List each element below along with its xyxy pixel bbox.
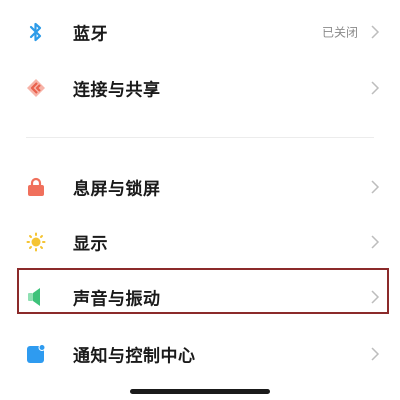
- settings-item-bluetooth[interactable]: 蓝牙 已关闭: [0, 12, 400, 52]
- chevron-right-icon: [371, 180, 380, 194]
- chevron-right-icon: [371, 81, 380, 95]
- bluetooth-status: 已关闭: [321, 25, 358, 40]
- settings-item-sound-vibration[interactable]: 声音与振动: [0, 277, 400, 317]
- chevron-right-icon: [371, 290, 380, 304]
- settings-item-notification-control[interactable]: 通知与控制中心: [0, 334, 400, 374]
- bluetooth-icon: [26, 22, 46, 42]
- chevron-right-icon: [371, 347, 380, 361]
- lock-icon: [26, 177, 46, 197]
- settings-item-label: 显示: [73, 234, 108, 255]
- section-divider: [26, 137, 374, 138]
- settings-item-label: 声音与振动: [73, 289, 161, 310]
- settings-item-label: 连接与共享: [73, 80, 161, 101]
- settings-item-label: 通知与控制中心: [73, 346, 196, 367]
- settings-item-label: 蓝牙: [73, 24, 108, 45]
- settings-screen: 蓝牙 已关闭 连接与共享 息屏与锁屏 显示 声音与振动 通知与控制中心: [0, 0, 400, 400]
- settings-item-lock-screen[interactable]: 息屏与锁屏: [0, 167, 400, 207]
- settings-item-display[interactable]: 显示: [0, 222, 400, 262]
- speaker-icon: [26, 287, 46, 307]
- settings-item-label: 息屏与锁屏: [73, 179, 161, 200]
- connection-sharing-icon: [26, 78, 46, 98]
- sun-icon: [26, 232, 46, 252]
- notification-icon: [26, 344, 46, 364]
- settings-item-connection-sharing[interactable]: 连接与共享: [0, 68, 400, 108]
- chevron-right-icon: [371, 235, 380, 249]
- home-indicator[interactable]: [130, 389, 270, 394]
- chevron-right-icon: [371, 25, 380, 39]
